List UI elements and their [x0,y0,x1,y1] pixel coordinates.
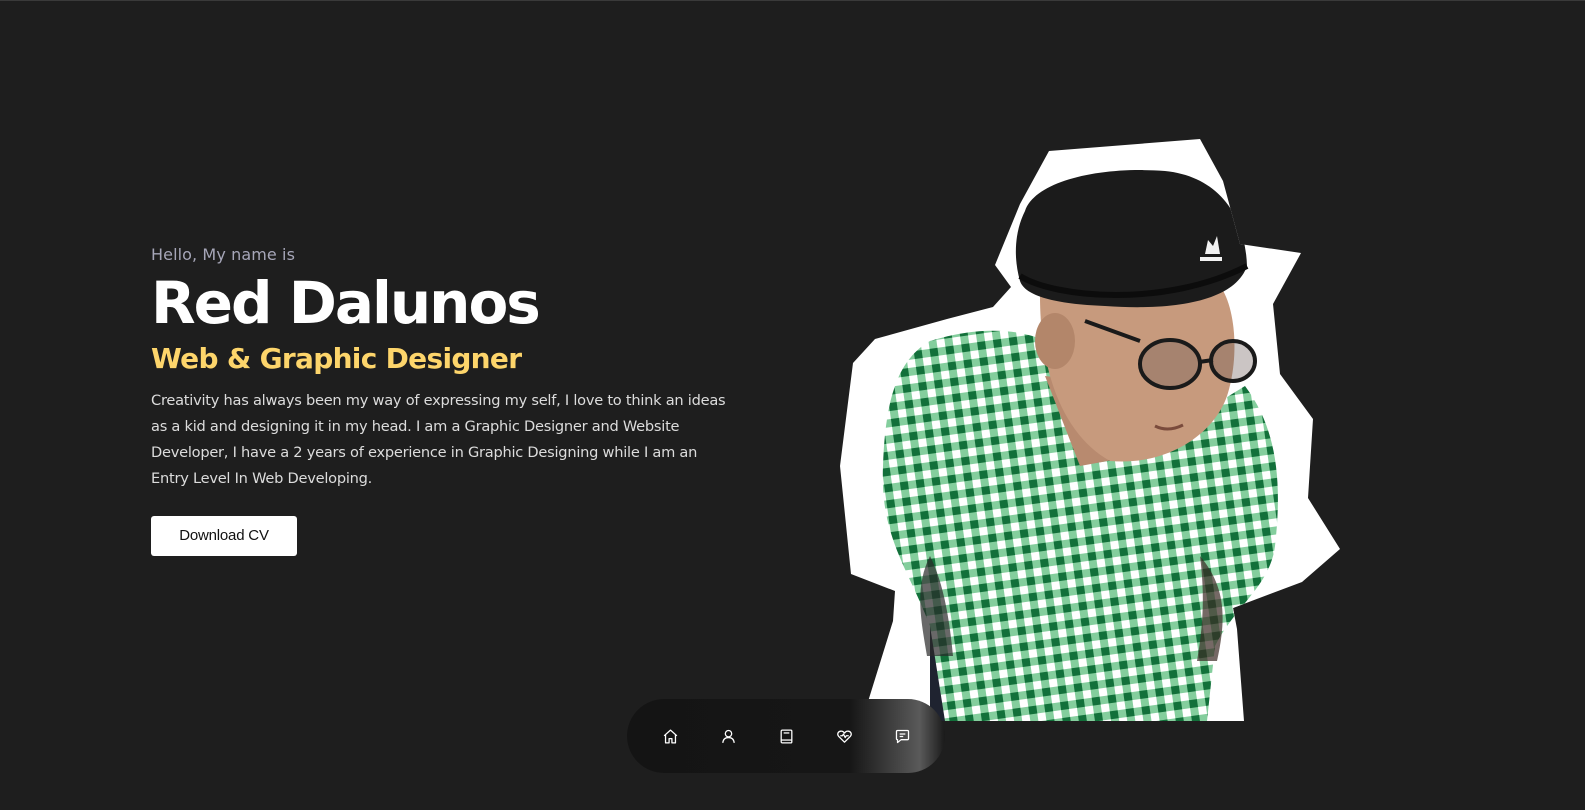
nav-resume[interactable] [776,726,797,747]
page: Hello, My name is Red Dalunos Web & Grap… [0,0,1585,810]
nav-home[interactable] [660,726,681,747]
home-icon [663,728,677,744]
download-cv-button[interactable]: Download CV [151,516,297,556]
nav-services[interactable] [834,726,855,747]
hero-bio: Creativity has always been my way of exp… [151,392,726,487]
portrait-image [835,136,1345,721]
user-icon [721,729,735,743]
hero-section: Hello, My name is Red Dalunos Web & Grap… [151,245,731,556]
greeting-text: Hello, My name is [151,245,296,264]
bottom-nav [627,699,945,773]
hero-name: Red Dalunos [151,269,541,337]
book-icon [780,728,792,744]
nav-about[interactable] [718,726,739,747]
hero-role: Web & Graphic Designer [151,342,522,375]
heart-pulse-icon [836,730,852,743]
message-icon [895,729,909,743]
nav-contact[interactable] [892,726,913,747]
